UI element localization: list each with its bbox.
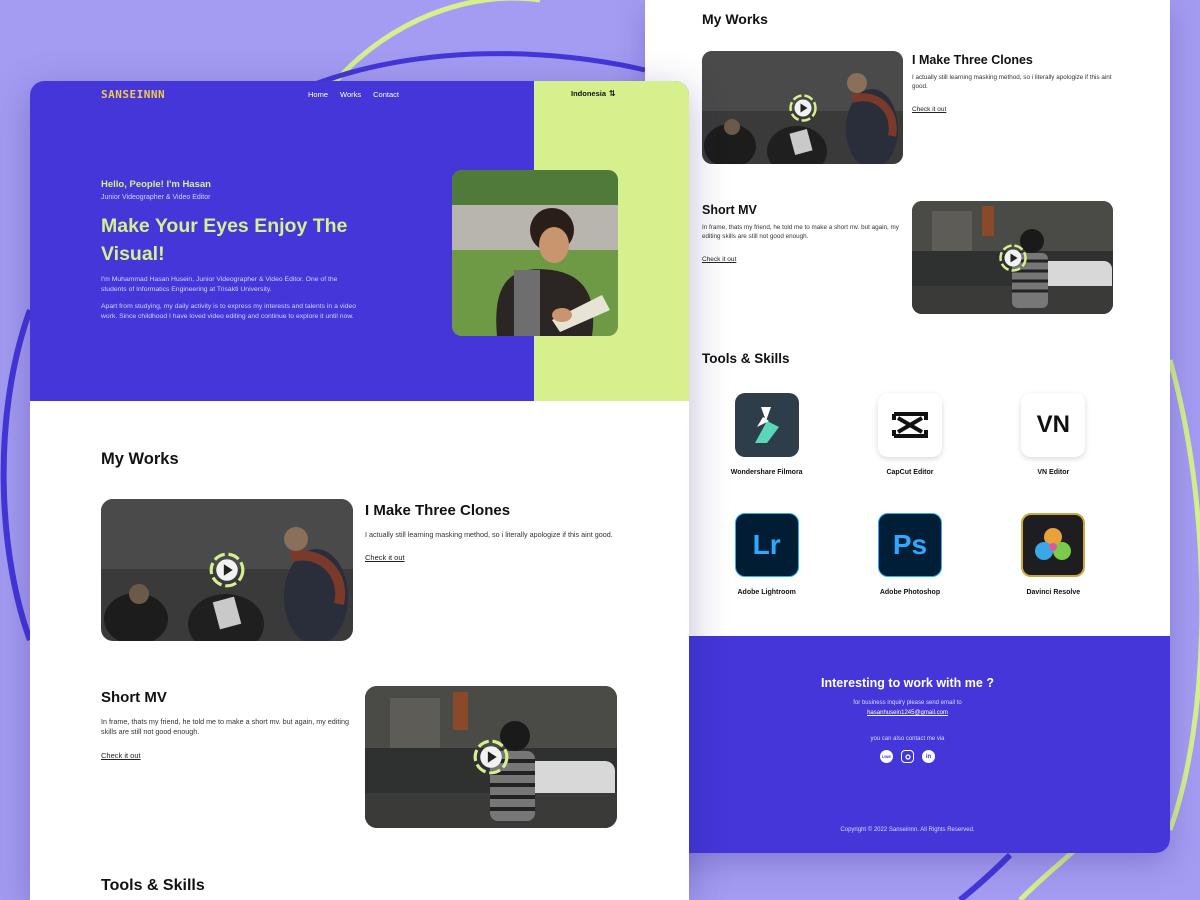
hero-paragraph-1: I'm Muhammad Hasan Husein, Junior Videog…	[101, 276, 338, 293]
tool-label: Adobe Lightroom	[737, 589, 796, 596]
tool-davinci: Davinci Resolve	[982, 513, 1125, 613]
contact-via-text: you can also contact me via	[870, 736, 945, 742]
davinci-icon	[1021, 513, 1086, 577]
nav-home[interactable]: Home	[308, 90, 328, 99]
right-tools-title: Tools & Skills	[702, 351, 790, 366]
work-1-info: I Make Three Clones I actually still lea…	[365, 502, 615, 565]
check-it-out-link[interactable]: Check it out	[912, 106, 946, 113]
email-link[interactable]: hasanhusein1245@gmail.com	[645, 710, 1170, 716]
check-it-out-link[interactable]: Check it out	[101, 751, 141, 760]
check-it-out-link[interactable]: Check it out	[365, 553, 405, 562]
work-description: I actually still learning masking method…	[912, 74, 1112, 90]
main-nav: Home Works Contact	[308, 90, 399, 99]
right-work-item-1: I Make Three Clones I actually still lea…	[702, 51, 1113, 165]
hero-paragraph-2: Apart from studying, my daily activity i…	[101, 303, 356, 320]
filmora-icon	[734, 393, 799, 457]
hero-greeting: Hello, People! I'm Hasan	[101, 179, 211, 190]
tool-vn: VN VN Editor	[982, 393, 1125, 513]
capcut-icon	[877, 393, 942, 457]
nav-works[interactable]: Works	[340, 90, 361, 99]
vn-icon: VN	[1021, 393, 1086, 457]
tool-label: CapCut Editor	[886, 469, 934, 476]
work-item-2: Short MV In frame, thats my friend, he t…	[101, 686, 617, 829]
play-icon[interactable]	[472, 738, 510, 776]
social-links: LINE in	[645, 750, 1170, 763]
site-logo[interactable]: SANSEINNN	[101, 88, 165, 101]
translate-icon: ⇅	[609, 89, 616, 98]
works-title: My Works	[101, 450, 179, 468]
copyright-text: Copyright © 2022 Sanseinnn. All Rights R…	[840, 827, 975, 833]
right-work-1-info: I Make Three Clones I actually still lea…	[912, 53, 1112, 116]
play-icon[interactable]	[998, 243, 1028, 273]
work-description: I actually still learning masking method…	[365, 530, 613, 539]
tools-grid: Wondershare Filmora CapCut Editor VN VN …	[695, 393, 1125, 613]
work-title: Short MV	[702, 203, 757, 217]
right-page-mockup: My Works I Make Three Clones I actually …	[645, 0, 1170, 853]
language-switcher[interactable]: Indonesia ⇅	[571, 89, 616, 98]
tool-label: VN Editor	[1037, 469, 1070, 476]
work-description: In frame, thats my friend, he told me to…	[101, 717, 349, 736]
right-works-title: My Works	[702, 11, 768, 27]
play-icon[interactable]	[208, 551, 246, 589]
instagram-icon[interactable]	[901, 750, 914, 763]
hero-headline: Make Your Eyes Enjoy The Visual!	[101, 215, 348, 265]
contact-title: Interesting to work with me ?	[821, 676, 994, 690]
tool-filmora: Wondershare Filmora	[695, 393, 838, 513]
tool-label: Adobe Photoshop	[879, 589, 941, 596]
hero-role: Junior Videographer & Video Editor	[101, 194, 211, 201]
left-page-mockup: SANSEINNN Home Works Contact Indonesia ⇅…	[30, 81, 689, 900]
work-item-1: I Make Three Clones I actually still lea…	[101, 499, 617, 642]
linkedin-icon[interactable]: in	[922, 750, 935, 763]
tool-lightroom: Lr Adobe Lightroom	[695, 513, 838, 613]
contact-footer: Interesting to work with me ? for busine…	[645, 636, 1170, 853]
tool-label: Davinci Resolve	[1026, 589, 1081, 596]
work-description: In frame, thats my friend, he told me to…	[702, 224, 899, 240]
lightroom-icon: Lr	[734, 513, 799, 577]
tool-label: Wondershare Filmora	[730, 469, 803, 476]
line-icon[interactable]: LINE	[880, 750, 893, 763]
language-label: Indonesia	[571, 89, 607, 98]
nav-contact[interactable]: Contact	[373, 90, 399, 99]
work-title: I Make Three Clones	[365, 502, 511, 519]
right-work-2-info: Short MV In frame, thats my friend, he t…	[702, 203, 902, 266]
play-icon[interactable]	[788, 93, 818, 123]
work-2-info: Short MV In frame, thats my friend, he t…	[101, 689, 351, 763]
hero-section: SANSEINNN Home Works Contact Indonesia ⇅…	[30, 81, 689, 401]
tool-capcut: CapCut Editor	[838, 393, 981, 513]
right-work-item-2: Short MV In frame, thats my friend, he t…	[702, 201, 1113, 315]
work-title: I Make Three Clones	[912, 53, 1033, 67]
tool-photoshop: Ps Adobe Photoshop	[838, 513, 981, 613]
profile-photo	[452, 170, 618, 336]
tools-title: Tools & Skills	[101, 877, 205, 894]
business-inquiry-text: for business inquiry please send email t…	[853, 700, 962, 706]
work-title: Short MV	[101, 689, 167, 706]
check-it-out-link[interactable]: Check it out	[702, 256, 736, 263]
photoshop-icon: Ps	[877, 513, 942, 577]
